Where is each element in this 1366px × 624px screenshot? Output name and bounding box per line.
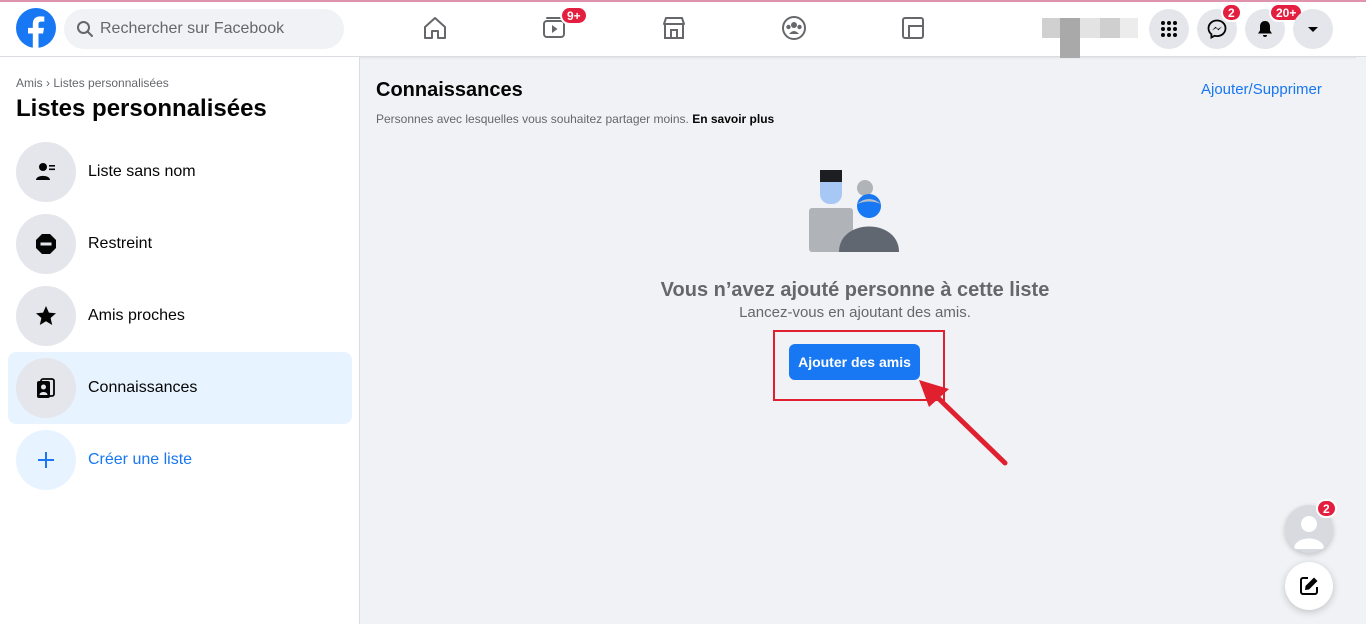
compose-icon xyxy=(1300,577,1318,595)
scrollbar[interactable] xyxy=(1356,57,1366,624)
restricted-icon xyxy=(36,234,56,254)
sidebar-item-icon-wrap xyxy=(16,142,76,202)
home-icon xyxy=(424,17,446,39)
sidebar-item-create-list[interactable]: Créer une liste xyxy=(8,424,352,496)
gaming-icon xyxy=(902,17,924,39)
empty-list-illustration xyxy=(809,170,899,252)
empty-state-title: Vous n’avez ajouté personne à cette list… xyxy=(660,279,1050,301)
acquaintances-icon xyxy=(37,378,55,398)
marketplace-icon xyxy=(663,17,685,39)
nav-tab-groups[interactable] xyxy=(738,4,850,52)
breadcrumb: Amis › Listes personnalisées xyxy=(16,76,169,90)
bell-icon xyxy=(1258,21,1272,37)
messenger-button[interactable]: 2 xyxy=(1197,3,1242,49)
star-icon xyxy=(36,306,56,325)
empty-state-subtitle: Lancez-vous en ajoutant des amis. xyxy=(739,304,971,321)
caret-down-icon xyxy=(1308,27,1318,32)
sidebar-item-close-friends[interactable]: Amis proches xyxy=(8,280,352,352)
nav-tab-gaming[interactable] xyxy=(857,4,969,52)
search-box[interactable] xyxy=(64,9,344,49)
groups-icon xyxy=(782,16,806,40)
messenger-icon xyxy=(1207,19,1227,39)
messenger-badge: 2 xyxy=(1221,3,1242,22)
sidebar-item-restricted[interactable]: Restreint xyxy=(8,208,352,280)
page-title: Connaissances xyxy=(376,79,523,101)
subtitle-text: Personnes avec lesquelles vous souhaitez… xyxy=(376,112,689,126)
sidebar-item-acquaintances[interactable]: Connaissances xyxy=(8,352,352,424)
nav-tab-home[interactable] xyxy=(379,4,491,52)
red-arrow-annotation xyxy=(919,380,1008,466)
sidebar-item-icon-wrap xyxy=(16,286,76,346)
sidebar-item-label: Liste sans nom xyxy=(88,163,196,180)
search-input[interactable] xyxy=(100,9,340,49)
sidebar-item-label: Restreint xyxy=(88,235,153,252)
breadcrumb-root[interactable]: Amis xyxy=(16,76,43,90)
facebook-logo[interactable] xyxy=(16,8,56,48)
watch-badge: 9+ xyxy=(560,6,588,25)
sidebar-item-label: Connaissances xyxy=(88,379,198,396)
main-content: Connaissances Ajouter/Supprimer Personne… xyxy=(361,57,1366,624)
sidebar-item-icon-wrap xyxy=(16,358,76,418)
add-remove-link[interactable]: Ajouter/Supprimer xyxy=(1201,81,1322,98)
account-menu-button[interactable] xyxy=(1293,9,1333,49)
account-name-blurred[interactable] xyxy=(1042,18,1138,58)
create-list-label: Créer une liste xyxy=(88,451,193,468)
chat-badge: 2 xyxy=(1316,499,1337,518)
add-friends-button[interactable]: Ajouter des amis xyxy=(789,344,920,380)
sidebar-title: Listes personnalisées xyxy=(16,95,267,122)
nav-tab-marketplace[interactable] xyxy=(618,4,730,52)
notifications-button[interactable]: 20+ xyxy=(1245,3,1304,49)
sidebar-item-icon-wrap xyxy=(16,430,76,490)
facebook-f-icon xyxy=(28,16,45,48)
sidebar-item-label: Amis proches xyxy=(88,307,185,324)
menu-button[interactable] xyxy=(1149,9,1189,49)
left-sidebar: Amis › Listes personnalisées Listes pers… xyxy=(0,57,360,624)
new-message-button[interactable] xyxy=(1285,562,1333,610)
breadcrumb-separator: › xyxy=(46,76,51,90)
sidebar-item-icon-wrap xyxy=(16,214,76,274)
breadcrumb-current: Listes personnalisées xyxy=(53,76,169,90)
learn-more-link[interactable]: En savoir plus xyxy=(692,112,774,126)
page-subtitle: Personnes avec lesquelles vous souhaitez… xyxy=(376,112,774,126)
grid-menu-icon xyxy=(1161,21,1177,37)
top-navigation-bar: 9+ xyxy=(0,0,1366,58)
plus-icon xyxy=(38,452,54,468)
sidebar-item-unnamed-list[interactable]: Liste sans nom xyxy=(8,136,352,208)
search-icon xyxy=(77,21,93,37)
person-list-icon xyxy=(36,163,55,180)
top-accent-line xyxy=(0,0,1366,2)
nav-tab-watch[interactable]: 9+ xyxy=(498,4,610,52)
